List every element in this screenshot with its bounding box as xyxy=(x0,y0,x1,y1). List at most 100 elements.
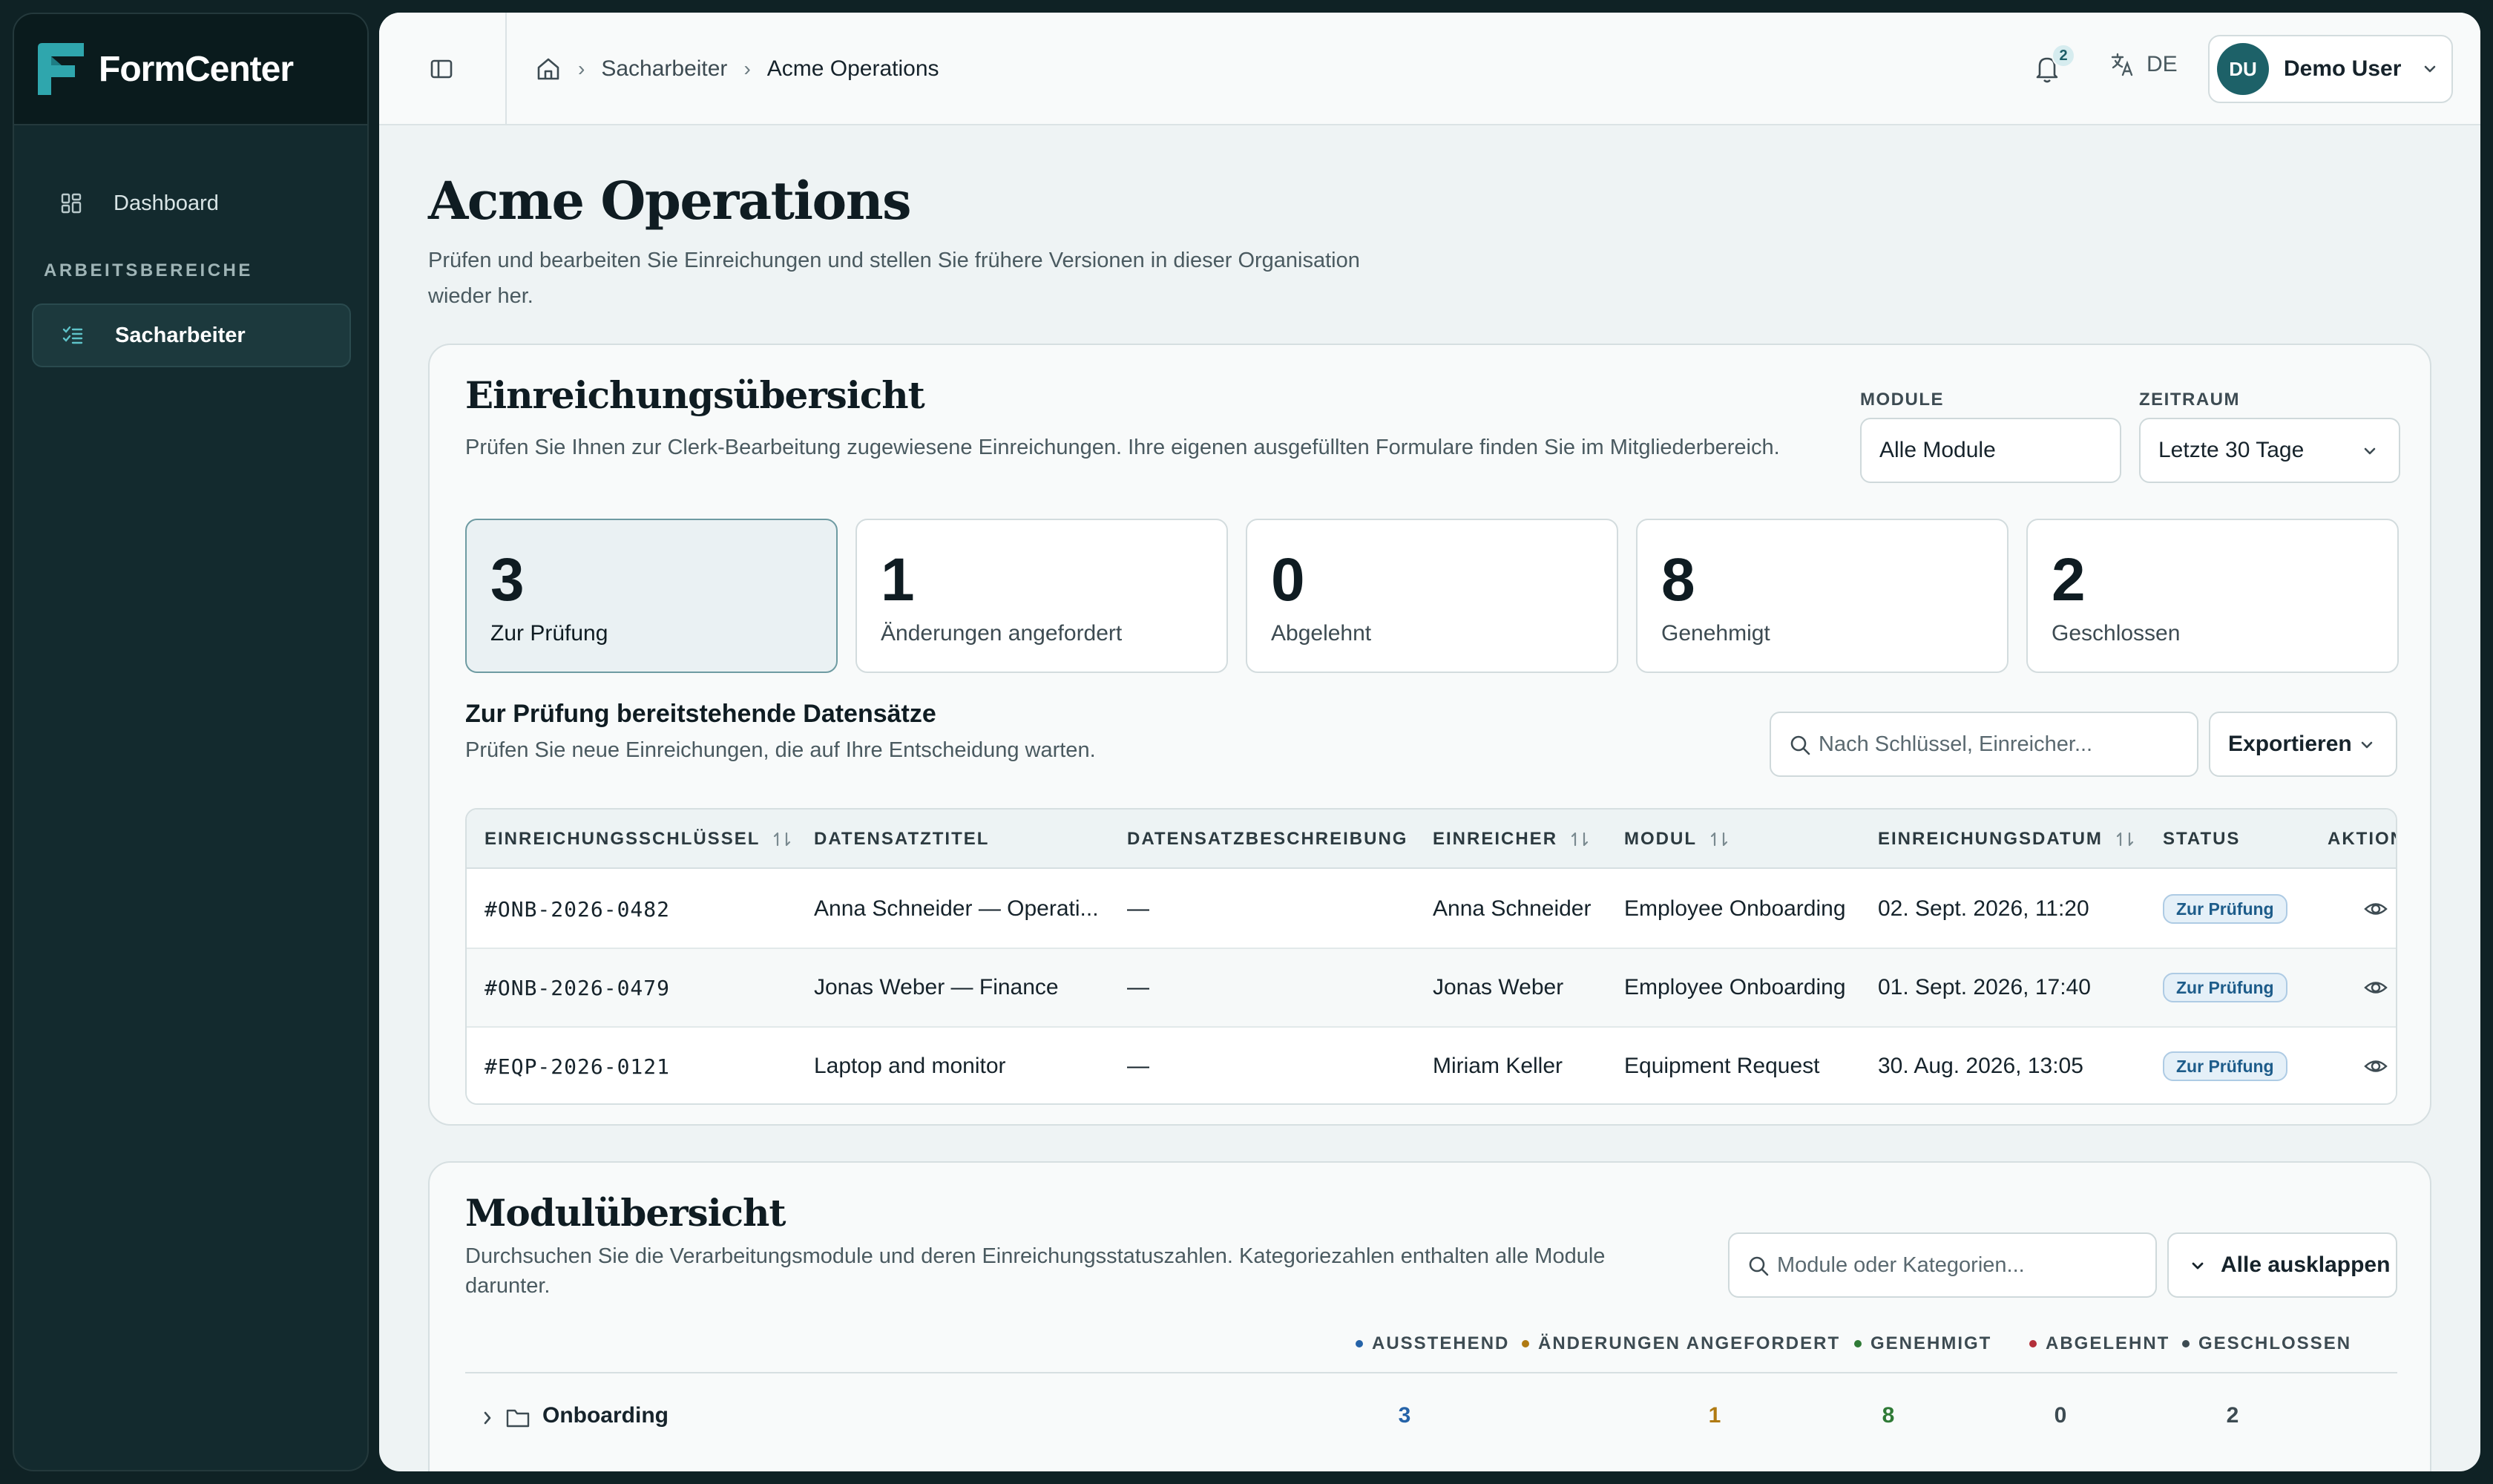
sidebar-toggle-icon[interactable] xyxy=(428,56,455,82)
column-label: DATENSATZBESCHREIBUNG xyxy=(1127,829,1408,849)
search-icon xyxy=(1749,1256,1769,1276)
table-header: EINREICHUNGSSCHLÜSSEL DATENSATZTITEL DAT… xyxy=(467,810,2396,869)
submission-search-field[interactable] xyxy=(1770,712,2198,777)
legend-pending: AUSSTEHEND xyxy=(1356,1333,1509,1354)
module-search-input[interactable] xyxy=(1777,1252,2155,1278)
view-action[interactable] xyxy=(2363,949,2388,1026)
status-badge: Zur Prüfung xyxy=(2163,894,2287,924)
folder-icon xyxy=(506,1409,530,1428)
status-badge: Zur Prüfung xyxy=(2163,1051,2287,1081)
topbar: › Sacharbeiter › Acme Operations 2 DE DU… xyxy=(379,13,2480,125)
translate-icon xyxy=(2111,53,2133,76)
legend-label: GESCHLOSSEN xyxy=(2198,1333,2352,1353)
user-menu-button[interactable]: DU Demo User xyxy=(2208,35,2453,103)
legend-label: AUSSTEHEND xyxy=(1372,1333,1510,1353)
notification-count-badge: 2 xyxy=(2052,44,2075,68)
stat-label: Geschlossen xyxy=(2052,621,2181,646)
sidebar-item-label: Sacharbeiter xyxy=(115,323,246,347)
stat-card-review[interactable]: 3 Zur Prüfung xyxy=(465,519,838,673)
checklist-icon xyxy=(62,324,84,347)
stat-label: Zur Prüfung xyxy=(490,621,608,646)
language-label: DE xyxy=(2147,52,2178,76)
column-header-module[interactable]: MODUL xyxy=(1624,810,1730,869)
record-description: — xyxy=(1127,896,1149,921)
language-switcher[interactable]: DE xyxy=(2109,51,2178,78)
category-name: Onboarding xyxy=(542,1403,669,1428)
module-search-field[interactable] xyxy=(1728,1232,2157,1298)
eye-icon[interactable] xyxy=(2363,896,2388,922)
breadcrumb-separator-icon: › xyxy=(743,57,751,80)
column-label: DATENSATZTITEL xyxy=(814,829,990,849)
search-icon xyxy=(1790,735,1810,755)
view-action[interactable] xyxy=(2363,870,2388,948)
avatar: DU xyxy=(2217,43,2269,95)
submission-date: 02. Sept. 2026, 11:20 xyxy=(1878,896,2089,921)
section-title: Zur Prüfung bereitstehende Datensätze xyxy=(465,700,936,728)
legend-closed: GESCHLOSSEN xyxy=(2182,1333,2351,1354)
module-filter-select[interactable]: Alle Module xyxy=(1860,418,2121,483)
table-row[interactable]: #ONB-2026-0479 Jonas Weber — Finance — J… xyxy=(467,949,2396,1028)
table-row[interactable]: #EQP-2026-0121 Laptop and monitor — Miri… xyxy=(467,1028,2396,1103)
column-header-submitter[interactable]: EINREICHER xyxy=(1433,810,1590,869)
closed-count: 2 xyxy=(2226,1403,2239,1428)
legend-label: ÄNDERUNGEN ANGEFORDERT xyxy=(1538,1333,1841,1353)
view-action[interactable] xyxy=(2363,1028,2388,1103)
submission-overview-card: Einreichungsübersicht Prüfen Sie Ihnen z… xyxy=(428,344,2431,1126)
column-label: AKTION xyxy=(2328,829,2397,849)
submitter: Jonas Weber xyxy=(1433,975,1564,999)
stat-card-rejected[interactable]: 0 Abgelehnt xyxy=(1246,519,1618,673)
column-label: MODUL xyxy=(1624,829,1697,849)
column-label: STATUS xyxy=(2163,829,2241,849)
expand-all-button[interactable]: Alle ausklappen xyxy=(2167,1232,2397,1298)
submission-date: 30. Aug. 2026, 13:05 xyxy=(1878,1054,2083,1078)
column-label: EINREICHER xyxy=(1433,829,1558,849)
app-name: FormCenter xyxy=(99,49,294,89)
submission-search-input[interactable] xyxy=(1819,732,2197,757)
eye-icon[interactable] xyxy=(2363,975,2388,1000)
expand-all-label: Alle ausklappen xyxy=(2221,1252,2391,1277)
changes-requested-count: 1 xyxy=(1708,1403,1721,1428)
module: Employee Onboarding xyxy=(1624,975,1846,999)
table-row[interactable]: #ONB-2026-0482 Anna Schneider — Operati.… xyxy=(467,870,2396,949)
export-button[interactable]: Exportieren xyxy=(2209,712,2397,777)
eye-icon[interactable] xyxy=(2363,1054,2388,1079)
period-filter-select[interactable]: Letzte 30 Tage xyxy=(2139,418,2400,483)
legend-dot xyxy=(2182,1340,2190,1347)
period-filter-value: Letzte 30 Tage xyxy=(2158,438,2305,462)
sidebar-section-title: ARBEITSBEREICHE xyxy=(44,260,253,280)
export-label: Exportieren xyxy=(2228,732,2352,756)
stat-value: 0 xyxy=(1271,546,1305,614)
column-header-key[interactable]: EINREICHUNGSSCHLÜSSEL xyxy=(485,810,792,869)
legend-dot xyxy=(2029,1340,2037,1347)
sidebar-item-label: Dashboard xyxy=(114,191,219,215)
card-description: Prüfen Sie Ihnen zur Clerk-Bearbeitung z… xyxy=(465,436,1780,459)
submission-key: #EQP-2026-0121 xyxy=(485,1054,671,1079)
submitter: Anna Schneider xyxy=(1433,896,1592,921)
divider xyxy=(465,1372,2397,1373)
legend-label: ABGELEHNT xyxy=(2046,1333,2170,1353)
breadcrumb-separator-icon: › xyxy=(578,57,585,80)
sidebar: FormCenter Dashboard ARBEITSBEREICHE Sac… xyxy=(13,13,369,1471)
module: Equipment Request xyxy=(1624,1054,1820,1078)
home-icon[interactable] xyxy=(535,56,562,82)
module-filter-value: Alle Module xyxy=(1879,438,1996,462)
sidebar-item-dashboard[interactable]: Dashboard xyxy=(32,171,351,235)
stat-card-approved[interactable]: 8 Genehmigt xyxy=(1636,519,2008,673)
chevron-down-icon xyxy=(2425,65,2436,73)
sidebar-item-sacharbeiter[interactable]: Sacharbeiter xyxy=(32,303,351,367)
chevron-right-icon[interactable] xyxy=(477,1408,498,1428)
module-category-row[interactable]: Onboarding 3 1 8 0 2 xyxy=(465,1385,2397,1452)
card-title: Einreichungsübersicht xyxy=(465,373,925,417)
column-header-date[interactable]: EINREICHUNGSDATUM xyxy=(1878,810,2135,869)
chevron-down-icon xyxy=(2361,741,2373,749)
stat-card-changes-requested[interactable]: 1 Änderungen angefordert xyxy=(855,519,1228,673)
stat-card-closed[interactable]: 2 Geschlossen xyxy=(2026,519,2399,673)
breadcrumb-item[interactable]: Sacharbeiter xyxy=(601,56,727,82)
legend-dot xyxy=(1356,1340,1363,1347)
breadcrumb-current: Acme Operations xyxy=(766,56,939,81)
status-cell: Zur Prüfung xyxy=(2163,1028,2287,1103)
brand[interactable]: FormCenter xyxy=(14,14,367,125)
sort-icon xyxy=(2116,832,2133,847)
sort-icon xyxy=(1710,832,1728,847)
stat-label: Genehmigt xyxy=(1661,621,1770,646)
